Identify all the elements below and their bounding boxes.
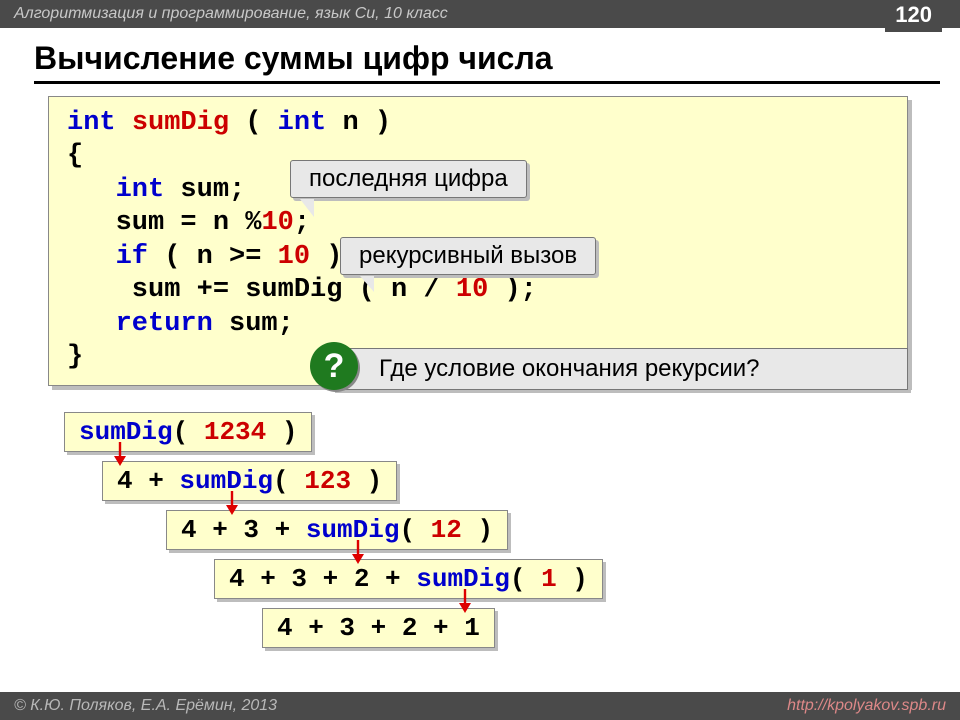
- callout-nub: [300, 199, 314, 217]
- arrow-icon: [110, 442, 130, 468]
- page-number: 120: [885, 0, 942, 32]
- arrow-icon: [348, 540, 368, 566]
- callout-last-digit: последняя цифра: [290, 160, 527, 198]
- step-2: 4 + sumDig( 123 ): [102, 461, 397, 501]
- arrow-icon: [222, 491, 242, 517]
- question-mark-icon: ?: [310, 342, 358, 390]
- arrow-icon: [455, 589, 475, 615]
- title-underline: [34, 81, 940, 84]
- step-1: sumDig( 1234 ): [64, 412, 312, 452]
- copyright: © К.Ю. Поляков, Е.А. Ерёмин, 2013: [14, 692, 277, 720]
- callout-nub-2: [360, 276, 374, 292]
- footer-bar: © К.Ю. Поляков, Е.А. Ерёмин, 2013 http:/…: [0, 692, 960, 720]
- callout-recursive: рекурсивный вызов: [340, 237, 596, 275]
- step-3: 4 + 3 + sumDig( 12 ): [166, 510, 508, 550]
- course-title: Алгоритмизация и программирование, язык …: [14, 0, 448, 28]
- footer-url: http://kpolyakov.spb.ru: [787, 692, 946, 720]
- slide-title: Вычисление суммы цифр числа: [34, 40, 960, 77]
- header-bar: Алгоритмизация и программирование, язык …: [0, 0, 960, 28]
- kw-int: int: [67, 108, 116, 138]
- question-box: Где условие окончания рекурсии?: [332, 348, 908, 390]
- fn-name: sumDig: [132, 108, 229, 138]
- step-4: 4 + 3 + 2 + sumDig( 1 ): [214, 559, 603, 599]
